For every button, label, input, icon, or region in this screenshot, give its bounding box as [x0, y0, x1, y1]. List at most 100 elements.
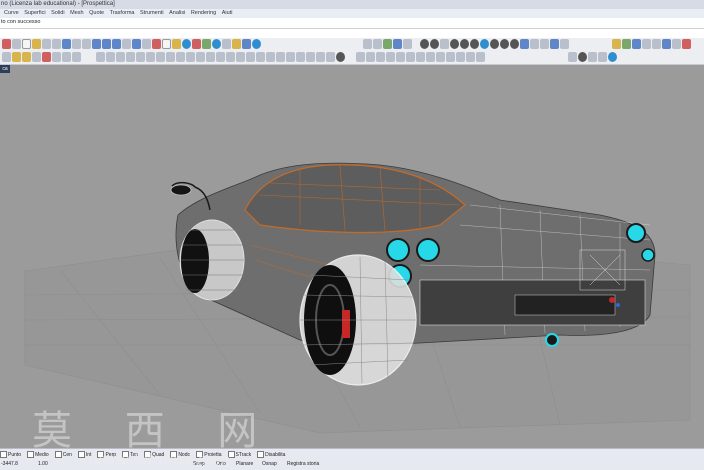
extend-icon[interactable] [206, 52, 215, 62]
save-file-icon[interactable] [32, 52, 41, 62]
texture-icon[interactable] [460, 39, 469, 49]
print-icon[interactable] [42, 52, 51, 62]
spotlight-icon[interactable] [510, 39, 519, 49]
light-icon[interactable] [172, 39, 181, 49]
join-icon[interactable] [236, 52, 245, 62]
chamfer-icon[interactable] [186, 52, 195, 62]
osnap-proietta[interactable]: Proietta [196, 450, 222, 459]
osnap-perp[interactable]: Perp [97, 450, 116, 459]
menu-mesh[interactable]: Mesh [70, 9, 83, 18]
wireframe-icon[interactable] [363, 39, 372, 49]
osnap-quad[interactable]: Quad [144, 450, 164, 459]
render-sphere-icon[interactable] [420, 39, 429, 49]
sphere-icon[interactable] [336, 52, 345, 62]
blend-icon[interactable] [456, 52, 465, 62]
zebra-icon[interactable] [588, 52, 597, 62]
curvature-icon[interactable] [578, 52, 587, 62]
panel-settings-icon[interactable] [682, 39, 691, 49]
osnap-disabilita[interactable]: Disabilita [257, 450, 285, 459]
four-view-icon[interactable] [142, 39, 151, 49]
copy-object-icon[interactable] [366, 52, 375, 62]
sweep-icon[interactable] [286, 52, 295, 62]
delete-icon[interactable] [2, 39, 11, 49]
explode-icon[interactable] [246, 52, 255, 62]
panel-library-icon[interactable] [642, 39, 651, 49]
osnap-cen[interactable]: Cen [54, 450, 72, 459]
ground-plane-icon[interactable] [450, 39, 459, 49]
render-window-icon[interactable] [480, 39, 489, 49]
menu-rendering[interactable]: Rendering [191, 9, 216, 18]
extrude-icon[interactable] [306, 52, 315, 62]
boolean-diff-icon[interactable] [436, 52, 445, 62]
fillet-icon[interactable] [176, 52, 185, 62]
viewport-prospettica[interactable] [0, 65, 704, 448]
osnap-punto[interactable]: Punto [0, 450, 21, 459]
osnap-nodo[interactable]: Nodo [170, 450, 190, 459]
mesh-icon[interactable] [476, 52, 485, 62]
revolve-icon[interactable] [296, 52, 305, 62]
osnap-int[interactable]: Int [77, 450, 91, 459]
open-file-icon[interactable] [22, 52, 31, 62]
import-icon[interactable] [52, 52, 61, 62]
menu-curve[interactable]: Curve [4, 9, 19, 18]
help-icon[interactable] [252, 39, 261, 49]
osnap-tan[interactable]: Tan [122, 450, 138, 459]
undo-icon[interactable] [42, 39, 51, 49]
panel-layers-icon[interactable] [612, 39, 621, 49]
pan-icon[interactable] [72, 39, 81, 49]
ghosted-icon[interactable] [393, 39, 402, 49]
snapshot-icon[interactable] [540, 39, 549, 49]
menu-aiuti[interactable]: Aiuti [222, 9, 233, 18]
rotate-view-icon[interactable] [82, 39, 91, 49]
scale-icon[interactable] [386, 52, 395, 62]
export-icon[interactable] [62, 52, 71, 62]
environment-icon[interactable] [202, 39, 211, 49]
render-preview-icon[interactable] [430, 39, 439, 49]
osnap-medio[interactable]: Medio [27, 450, 49, 459]
orient-icon[interactable] [416, 52, 425, 62]
command-prompt-input[interactable] [0, 28, 704, 38]
sky-icon[interactable] [490, 39, 499, 49]
split-icon[interactable] [226, 52, 235, 62]
menu-strumenti[interactable]: Strumenti [140, 9, 164, 18]
xray-icon[interactable] [403, 39, 412, 49]
box-icon[interactable] [316, 52, 325, 62]
section-icon[interactable] [560, 39, 569, 49]
cylinder-icon[interactable] [326, 52, 335, 62]
osnap-strack[interactable]: STrack [227, 450, 251, 459]
circle-icon[interactable] [116, 52, 125, 62]
toggle-orto[interactable]: Orto [216, 461, 226, 467]
surface-icon[interactable] [266, 52, 275, 62]
zoom-selected-icon[interactable] [122, 39, 131, 49]
mirror-icon[interactable] [396, 52, 405, 62]
toggle-snap[interactable]: Snap [193, 461, 205, 467]
zoom-icon[interactable] [92, 39, 101, 49]
options-icon[interactable] [222, 39, 231, 49]
copy-icon[interactable] [22, 39, 31, 49]
select-icon[interactable] [62, 39, 71, 49]
panel-display-icon[interactable] [632, 39, 641, 49]
properties-icon[interactable] [162, 39, 171, 49]
point-icon[interactable] [2, 52, 11, 62]
trim-icon[interactable] [216, 52, 225, 62]
zoom-window-icon[interactable] [102, 39, 111, 49]
decal-icon[interactable] [470, 39, 479, 49]
camera-icon[interactable] [500, 39, 509, 49]
loft-icon[interactable] [276, 52, 285, 62]
move-icon[interactable] [356, 52, 365, 62]
new-file-icon[interactable] [12, 52, 21, 62]
paste-icon[interactable] [32, 39, 41, 49]
menu-quote[interactable]: Quote [89, 9, 104, 18]
sphere-shade-icon[interactable] [212, 39, 221, 49]
render-icon[interactable] [182, 39, 191, 49]
viewport-tab[interactable]: ca [0, 65, 10, 73]
boolean-union-icon[interactable] [426, 52, 435, 62]
material-icon[interactable] [192, 39, 201, 49]
ellipse-icon[interactable] [136, 52, 145, 62]
offset-icon[interactable] [196, 52, 205, 62]
line-icon[interactable] [96, 52, 105, 62]
menu-superfici[interactable]: Superfici [24, 9, 45, 18]
clipping-plane-icon[interactable] [530, 39, 539, 49]
cap-icon[interactable] [446, 52, 455, 62]
osnap-icon[interactable] [232, 39, 241, 49]
